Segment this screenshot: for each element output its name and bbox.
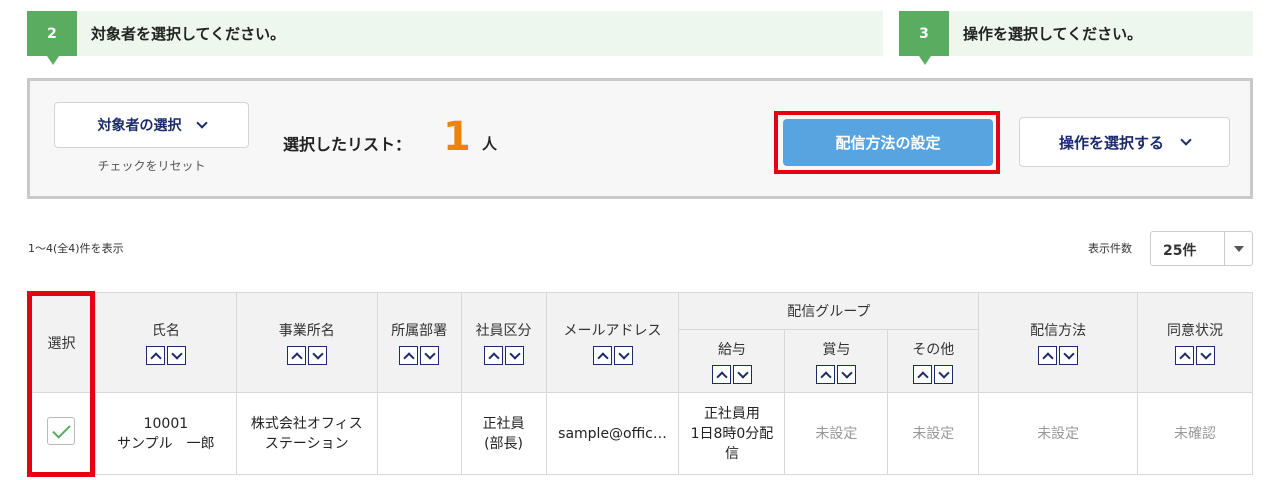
selected-unit: 人	[482, 135, 498, 153]
caret-down-icon	[1233, 245, 1244, 252]
result-count-text: 1〜4(全4)件を表示	[28, 242, 124, 255]
sort-up-icon[interactable]	[913, 364, 933, 384]
employee-table: 選択 氏名 事業所名 所属部署 社員区分 メールアドレス 配信グループ 配信方法…	[27, 292, 1253, 475]
sort-down-icon[interactable]	[934, 364, 954, 384]
sort-up-icon[interactable]	[816, 364, 836, 384]
header-other: その他	[887, 329, 980, 393]
sort-up-icon[interactable]	[145, 346, 165, 365]
header-bonus: 賞与	[784, 329, 889, 393]
per-page-label: 表示件数	[1088, 242, 1132, 255]
step-2-banner: 2 対象者を選択してください。	[27, 11, 883, 65]
bonus-cell: 未設定	[784, 392, 889, 475]
step-number: 3	[899, 11, 949, 65]
sort-down-icon[interactable]	[1059, 346, 1079, 365]
method-cell: 未設定	[978, 392, 1139, 475]
sort-up-icon[interactable]	[1038, 346, 1058, 365]
email-cell: sample@offic…	[545, 392, 680, 475]
selected-count: 1	[443, 114, 471, 160]
header-emp-type: 社員区分	[460, 292, 547, 393]
header-email: メールアドレス	[545, 292, 680, 393]
sort-up-icon[interactable]	[711, 364, 731, 384]
consent-cell: 未確認	[1137, 392, 1253, 475]
header-select: 選択	[27, 292, 96, 393]
select-cell	[27, 392, 96, 475]
salary-cell: 正社員用 1日8時0分配信	[678, 392, 786, 475]
sort-down-icon[interactable]	[613, 346, 633, 365]
header-delivery-group: 配信グループ	[678, 292, 980, 330]
header-dept: 所属部署	[376, 292, 462, 393]
dept-cell	[376, 392, 462, 475]
chevron-down-icon	[195, 116, 208, 129]
sort-down-icon[interactable]	[837, 364, 857, 384]
operation-select-dropdown[interactable]: 操作を選択する	[1019, 117, 1230, 167]
control-panel: 対象者の選択 チェックをリセット 選択したリスト： 1 人 配信方法の設定 操作…	[27, 78, 1253, 199]
sort-up-icon[interactable]	[592, 346, 612, 365]
sort-down-icon[interactable]	[504, 346, 524, 365]
header-method: 配信方法	[978, 292, 1139, 393]
per-page-select[interactable]: 25件	[1150, 231, 1253, 266]
sort-up-icon[interactable]	[483, 346, 503, 365]
sort-down-icon[interactable]	[732, 364, 752, 384]
header-salary: 給与	[678, 329, 786, 393]
sort-up-icon[interactable]	[286, 346, 306, 365]
step-instruction: 対象者を選択してください。	[91, 25, 286, 43]
target-select-dropdown[interactable]: 対象者の選択	[54, 102, 249, 148]
reset-check-link[interactable]: チェックをリセット	[54, 157, 249, 174]
sort-down-icon[interactable]	[307, 346, 327, 365]
operation-select-label: 操作を選択する	[1058, 133, 1164, 152]
sort-down-icon[interactable]	[1196, 346, 1216, 365]
other-cell: 未設定	[887, 392, 980, 475]
name-cell: 10001 サンプル 一郎	[94, 392, 237, 475]
table-row: 10001 サンプル 一郎 株式会社オフィス ステーション 正社員 (部長) samp…	[27, 392, 1253, 475]
per-page-value: 25件	[1163, 243, 1197, 259]
row-checkbox[interactable]	[47, 416, 76, 445]
header-office: 事業所名	[235, 292, 378, 393]
delivery-method-button[interactable]: 配信方法の設定	[783, 119, 993, 166]
header-name: 氏名	[94, 292, 237, 393]
sort-up-icon[interactable]	[399, 346, 419, 365]
target-select-label: 対象者の選択	[97, 118, 182, 134]
step-instruction: 操作を選択してください。	[963, 25, 1143, 43]
step-3-banner: 3 操作を選択してください。	[899, 11, 1253, 65]
header-consent: 同意状況	[1137, 292, 1253, 393]
step-number: 2	[27, 11, 77, 65]
office-cell: 株式会社オフィス ステーション	[235, 392, 378, 475]
chevron-down-icon	[1180, 133, 1192, 146]
emp-type-cell: 正社員 (部長)	[460, 392, 547, 475]
sort-down-icon[interactable]	[166, 346, 186, 365]
per-page-arrow	[1224, 232, 1252, 265]
sort-up-icon[interactable]	[1175, 346, 1195, 365]
selected-list-label: 選択したリスト：	[283, 135, 412, 154]
sort-down-icon[interactable]	[420, 346, 440, 365]
